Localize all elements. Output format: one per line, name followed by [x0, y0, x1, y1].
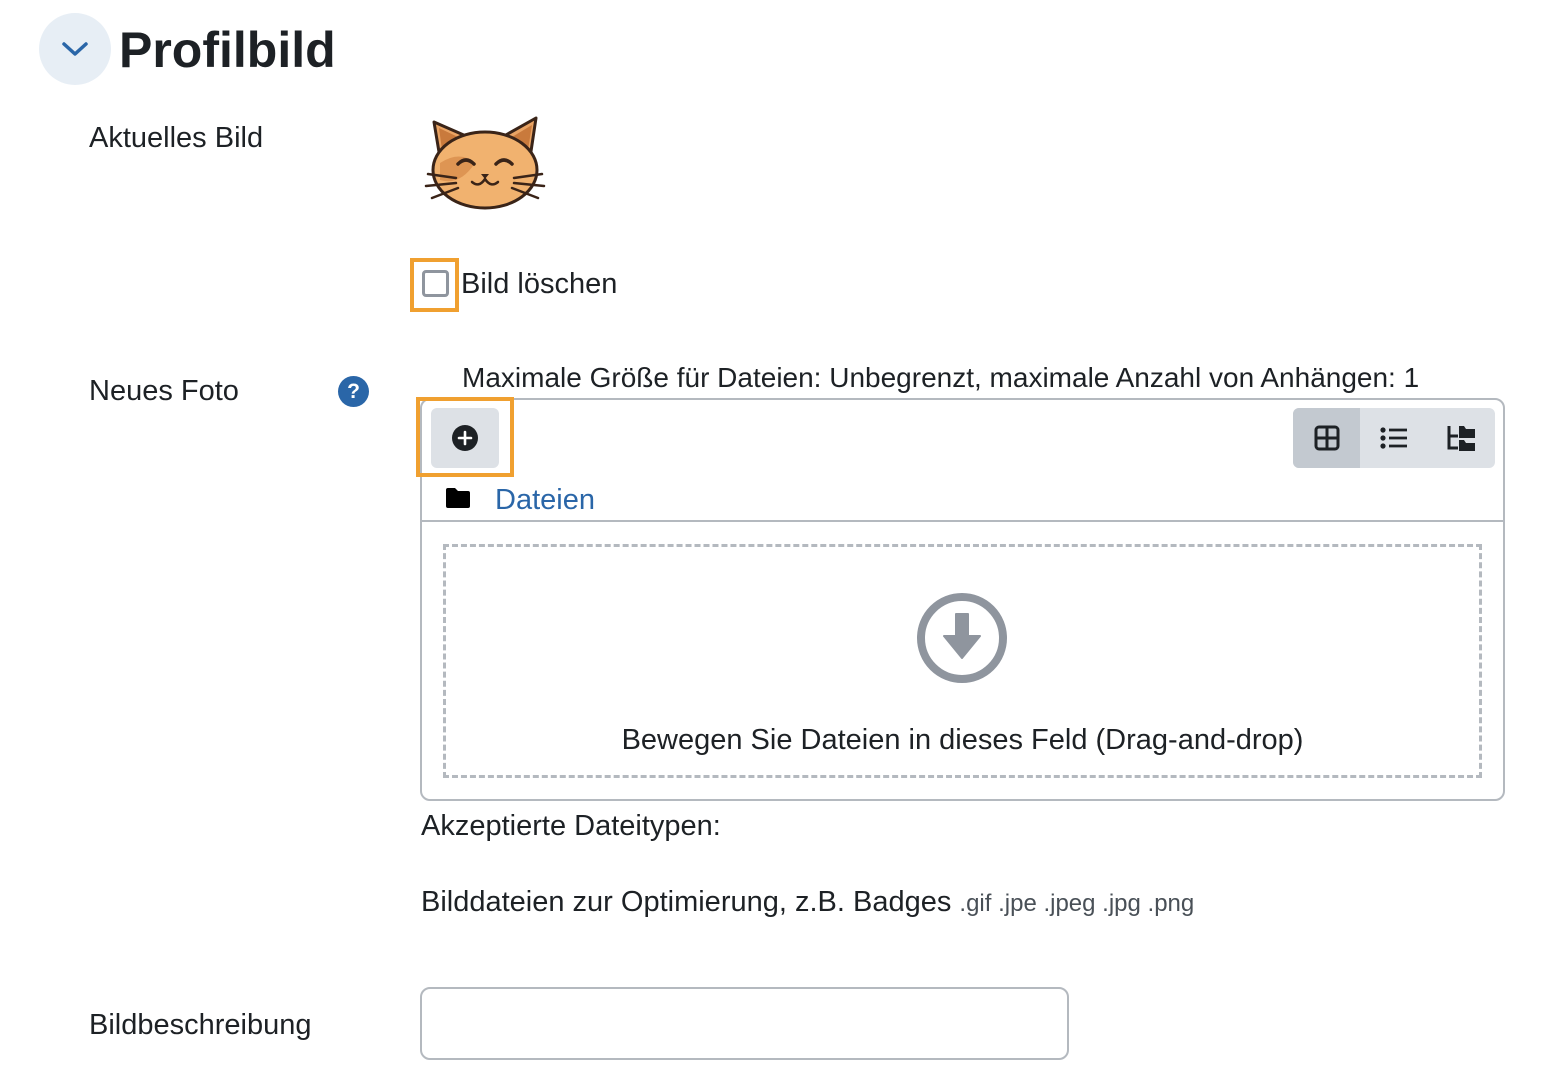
grid-view-icon: [1314, 425, 1339, 451]
view-tree-button[interactable]: [1427, 408, 1494, 468]
add-button-highlight: [416, 397, 514, 477]
new-photo-label: Neues Foto: [89, 375, 239, 407]
accepted-types-label: Akzeptierte Dateitypen:: [421, 810, 721, 842]
download-arrow-circle-icon: [916, 592, 1008, 689]
view-switcher: [1293, 408, 1495, 468]
filemanager-divider: [422, 520, 1503, 522]
image-description-input[interactable]: [420, 987, 1069, 1060]
view-icons-button[interactable]: [1293, 408, 1360, 468]
filetypes-extensions: .gif .jpe .jpeg .jpg .png: [959, 890, 1195, 917]
section-collapse-button[interactable]: [39, 13, 111, 85]
max-size-info: Maximale Größe für Dateien: Unbegrenzt, …: [462, 362, 1420, 393]
tree-view-icon: [1447, 426, 1475, 451]
delete-picture-label[interactable]: Bild löschen: [461, 266, 617, 302]
current-picture-label: Aktuelles Bild: [89, 122, 264, 154]
current-picture-avatar: [420, 108, 550, 218]
accepted-types-list: Bilddateien zur Optimierung, z.B. Badges…: [421, 884, 1194, 922]
path-files-link[interactable]: Dateien: [495, 482, 595, 518]
help-symbol: ?: [347, 379, 360, 403]
delete-picture-checkbox[interactable]: [422, 270, 449, 297]
view-list-button[interactable]: [1360, 408, 1427, 468]
cat-avatar-icon: [424, 116, 546, 210]
question-icon[interactable]: ?: [338, 376, 369, 407]
filetypes-description: Bilddateien zur Optimierung, z.B. Badges: [421, 886, 952, 918]
drop-zone-text: Bewegen Sie Dateien in dieses Feld (Drag…: [621, 724, 1304, 756]
section-title: Profilbild: [119, 22, 336, 78]
list-view-icon: [1379, 427, 1407, 449]
image-description-label: Bildbeschreibung: [89, 1009, 312, 1041]
folder-icon: [445, 487, 471, 514]
chevron-down-icon: [62, 42, 88, 56]
